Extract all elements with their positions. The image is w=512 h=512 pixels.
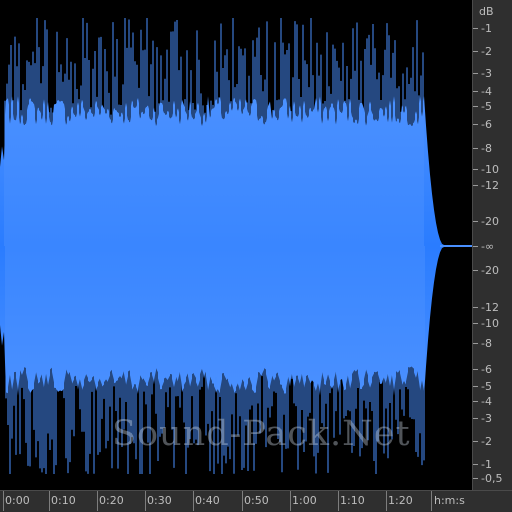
time-tick [49, 491, 50, 511]
time-tick [242, 491, 243, 511]
time-tick-label: 1:20 [388, 494, 413, 507]
db-tick [473, 246, 478, 247]
db-tick [473, 221, 478, 222]
db-tick-label: -3 [481, 412, 492, 425]
time-tick [338, 491, 339, 511]
db-tick [473, 441, 478, 442]
time-tick-label: 1:10 [340, 494, 365, 507]
db-tick-label: -8 [481, 337, 492, 350]
db-tick [473, 401, 478, 402]
db-tick-label: -3 [481, 67, 492, 80]
db-tick [473, 369, 478, 370]
db-tick [473, 418, 478, 419]
db-tick [473, 169, 478, 170]
time-tick [193, 491, 194, 511]
time-tick-label: 0:10 [51, 494, 76, 507]
waveform-peaks [4, 18, 425, 474]
db-tick-label: -5 [481, 380, 492, 393]
db-tick-label: -6 [481, 363, 492, 376]
db-tick-label: -4 [481, 395, 492, 408]
db-tick [473, 307, 478, 308]
db-unit-label: dB [479, 5, 494, 18]
time-tick-label: 0:40 [195, 494, 220, 507]
db-tick-label: -4 [481, 85, 492, 98]
time-tick [290, 491, 291, 511]
time-tick-label: 0:20 [99, 494, 124, 507]
db-tick-label: -12 [481, 301, 499, 314]
db-tick [473, 51, 478, 52]
db-tick-label: -10 [481, 163, 499, 176]
db-tick [473, 323, 478, 324]
time-tick [431, 491, 432, 511]
db-scale-ruler: dB -1 -2 -3 -4 -5 -6 -8 -10 -12 -20 -∞ -20 -12 -10 -8 -… [472, 0, 512, 490]
db-tick [473, 270, 478, 271]
db-tick-label: -8 [481, 142, 492, 155]
db-tick-label: -2 [481, 45, 492, 58]
db-tick [473, 185, 478, 186]
db-tick-label: -∞ [481, 240, 495, 253]
db-tick [473, 343, 478, 344]
db-tick-label: -0,5 [481, 472, 503, 485]
db-tick [473, 124, 478, 125]
time-ruler[interactable]: h:m:s 0:00 0:10 0:20 0:30 0:40 0:50 1:00 1:10 1:… [0, 490, 512, 512]
db-tick-label: -5 [481, 100, 492, 113]
time-tick [145, 491, 146, 511]
db-tick [473, 91, 478, 92]
time-tick [97, 491, 98, 511]
time-tick [386, 491, 387, 511]
db-tick-label: -2 [481, 435, 492, 448]
db-tick-label: -1 [481, 22, 492, 35]
db-tick-label: -20 [481, 264, 499, 277]
watermark-text: Sound-Pack.Net [112, 414, 411, 454]
time-tick [3, 491, 4, 511]
db-tick [473, 106, 478, 107]
time-unit-label: h:m:s [434, 494, 465, 507]
db-tick [473, 386, 478, 387]
time-tick-label: 0:50 [244, 494, 269, 507]
db-tick-label: -12 [481, 179, 499, 192]
db-tick-label: -1 [481, 458, 492, 471]
db-tick-label: -10 [481, 317, 499, 330]
time-tick-label: 0:00 [5, 494, 30, 507]
db-tick [473, 478, 478, 479]
time-tick-label: 0:30 [147, 494, 172, 507]
db-tick [473, 73, 478, 74]
db-tick-label: -6 [481, 118, 492, 131]
time-tick-label: 1:00 [292, 494, 317, 507]
db-tick [473, 464, 478, 465]
db-tick-label: -20 [481, 215, 499, 228]
db-tick [473, 148, 478, 149]
db-tick [473, 28, 478, 29]
